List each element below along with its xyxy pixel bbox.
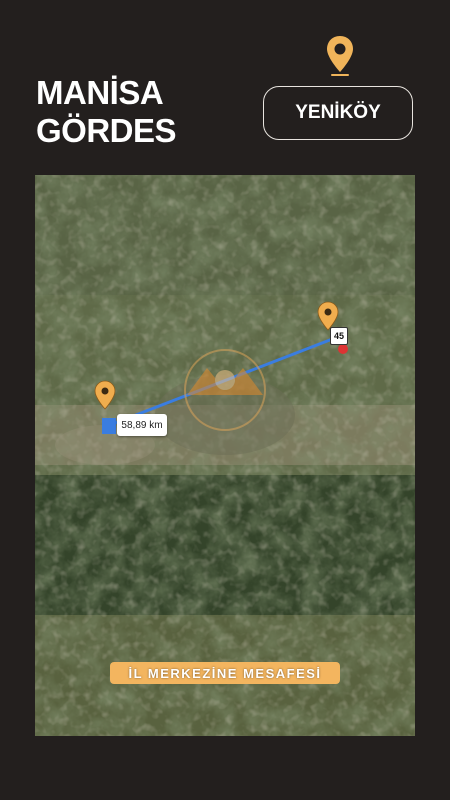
- destination-dot: [338, 344, 348, 354]
- route-start-marker: [102, 418, 116, 434]
- start-pin-icon: [94, 380, 116, 410]
- satellite-map[interactable]: 58,89 km 45 İL MERKEZİNE MESAFESİ: [35, 175, 415, 736]
- district-name: GÖRDES: [36, 112, 177, 149]
- province-name: MANİSA: [36, 74, 164, 111]
- location-title: MANİSA GÖRDES: [36, 74, 177, 150]
- distance-caption: İL MERKEZİNE MESAFESİ: [110, 662, 340, 684]
- road-badge: 45: [330, 327, 348, 345]
- distance-label: 58,89 km: [117, 414, 167, 436]
- location-pin-icon: [327, 36, 353, 76]
- end-pin-icon: [317, 301, 339, 331]
- watermark-logo-icon: [184, 349, 266, 431]
- route-overlay: [94, 301, 348, 434]
- village-button[interactable]: YENİKÖY: [263, 86, 413, 140]
